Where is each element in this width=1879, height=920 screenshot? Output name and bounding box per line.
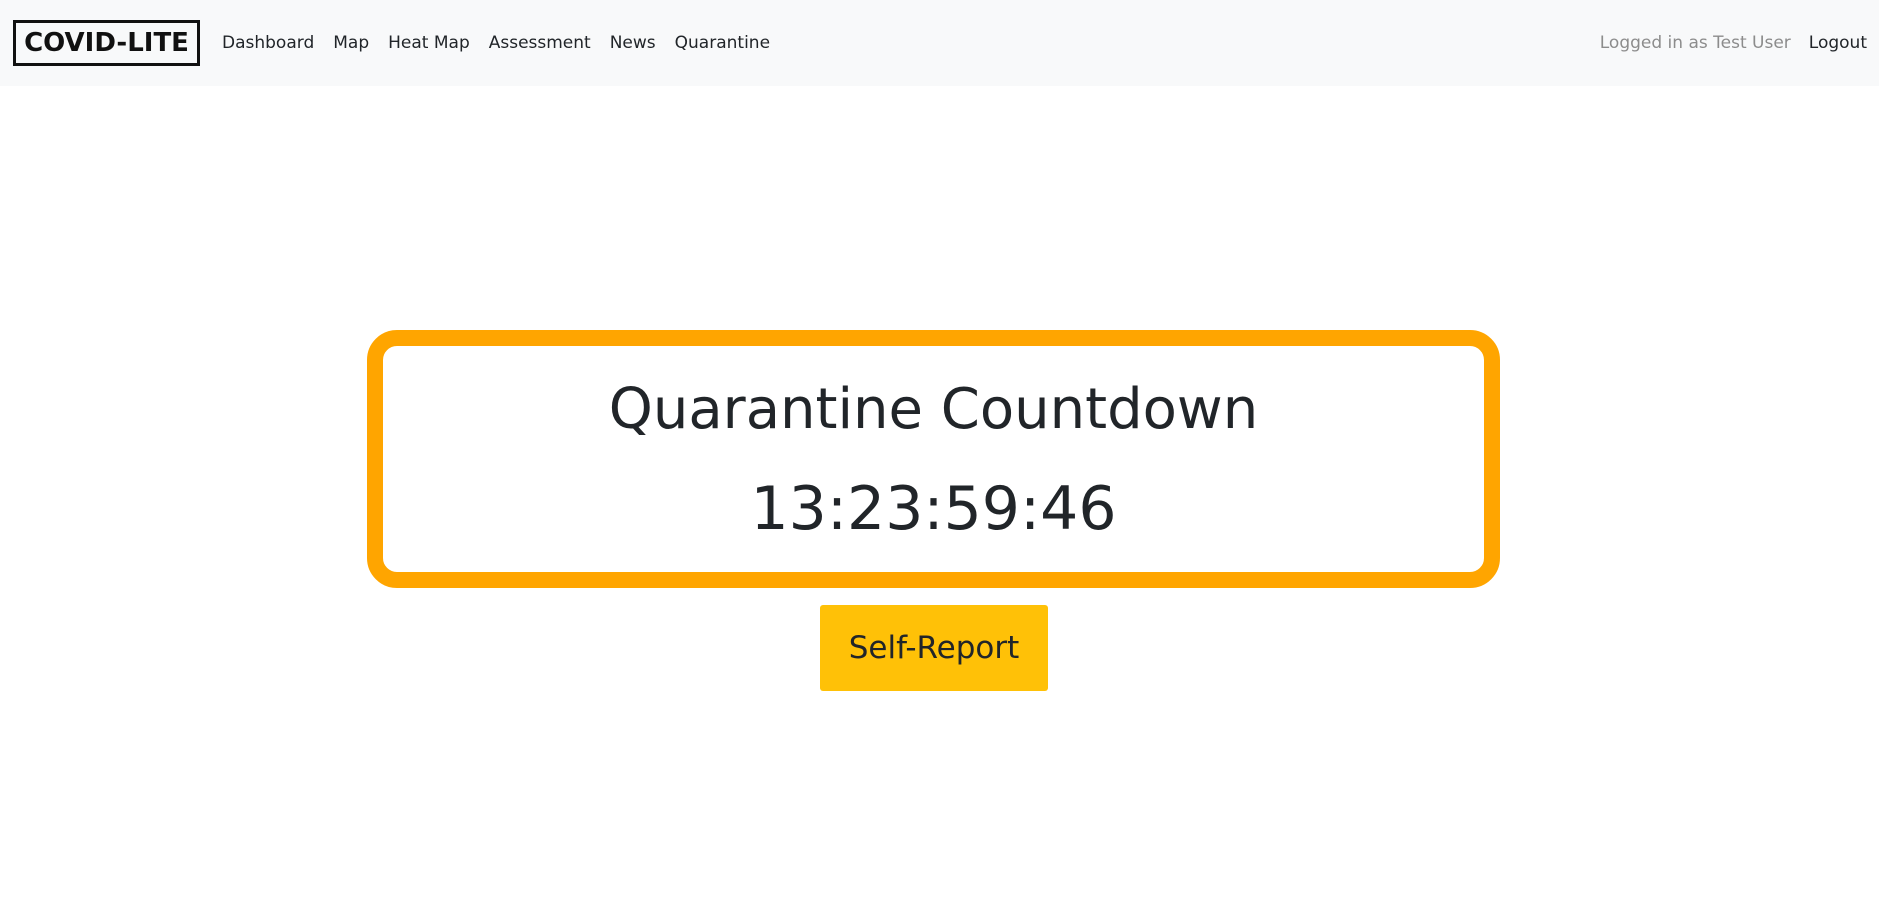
brand-logo[interactable]: COVID-LITE xyxy=(13,20,200,66)
logout-link[interactable]: Logout xyxy=(1809,33,1867,53)
countdown-title: Quarantine Countdown xyxy=(608,377,1259,442)
logged-in-status: Logged in as Test User xyxy=(1599,33,1791,53)
nav-link-heat-map[interactable]: Heat Map xyxy=(388,33,470,53)
countdown-timer: 13:23:59:46 xyxy=(750,474,1117,544)
nav-links: Dashboard Map Heat Map Assessment News Q… xyxy=(222,0,789,86)
quarantine-countdown-card: Quarantine Countdown 13:23:59:46 xyxy=(367,330,1500,588)
brand-text: COVID-LITE xyxy=(24,28,189,58)
self-report-button[interactable]: Self-Report xyxy=(820,605,1048,691)
nav-link-dashboard[interactable]: Dashboard xyxy=(222,33,314,53)
nav-link-news[interactable]: News xyxy=(610,33,656,53)
nav-link-quarantine[interactable]: Quarantine xyxy=(675,33,770,53)
top-navbar: COVID-LITE Dashboard Map Heat Map Assess… xyxy=(0,0,1879,86)
user-area: Logged in as Test User Logout xyxy=(1600,33,1867,53)
nav-link-assessment[interactable]: Assessment xyxy=(489,33,591,53)
nav-link-map[interactable]: Map xyxy=(333,33,369,53)
